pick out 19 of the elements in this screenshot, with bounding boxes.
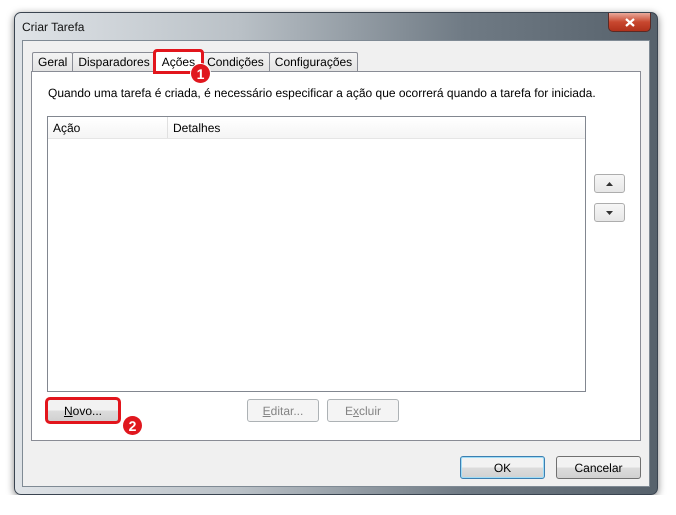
window-title: Criar Tarefa [22, 20, 84, 34]
tab[interactable]: Condições [201, 52, 270, 71]
close-icon [624, 18, 634, 26]
tab[interactable]: Configurações [268, 52, 358, 71]
cancel-button[interactable]: Cancelar [556, 456, 641, 479]
description-text: Quando uma tarefa é criada, é necessário especificar a ação que ocorrerá quando a tarefa for iniciada. [48, 86, 597, 100]
tab[interactable]: Disparadores [72, 52, 156, 71]
action-list[interactable]: Ação Detalhes [47, 116, 586, 392]
move-up-button[interactable] [594, 174, 625, 193]
close-button[interactable] [608, 13, 651, 32]
column-header[interactable]: Detalhes [168, 117, 585, 138]
up-arrow-icon [606, 182, 613, 186]
down-arrow-icon [606, 210, 613, 214]
move-down-button[interactable] [594, 203, 625, 222]
column-header[interactable]: Ação [48, 117, 168, 138]
callout-badge: 2 [123, 416, 142, 435]
ok-button[interactable]: OK [460, 456, 545, 479]
tab[interactable]: Geral [32, 52, 74, 71]
action-button[interactable]: Novo... [47, 399, 119, 422]
